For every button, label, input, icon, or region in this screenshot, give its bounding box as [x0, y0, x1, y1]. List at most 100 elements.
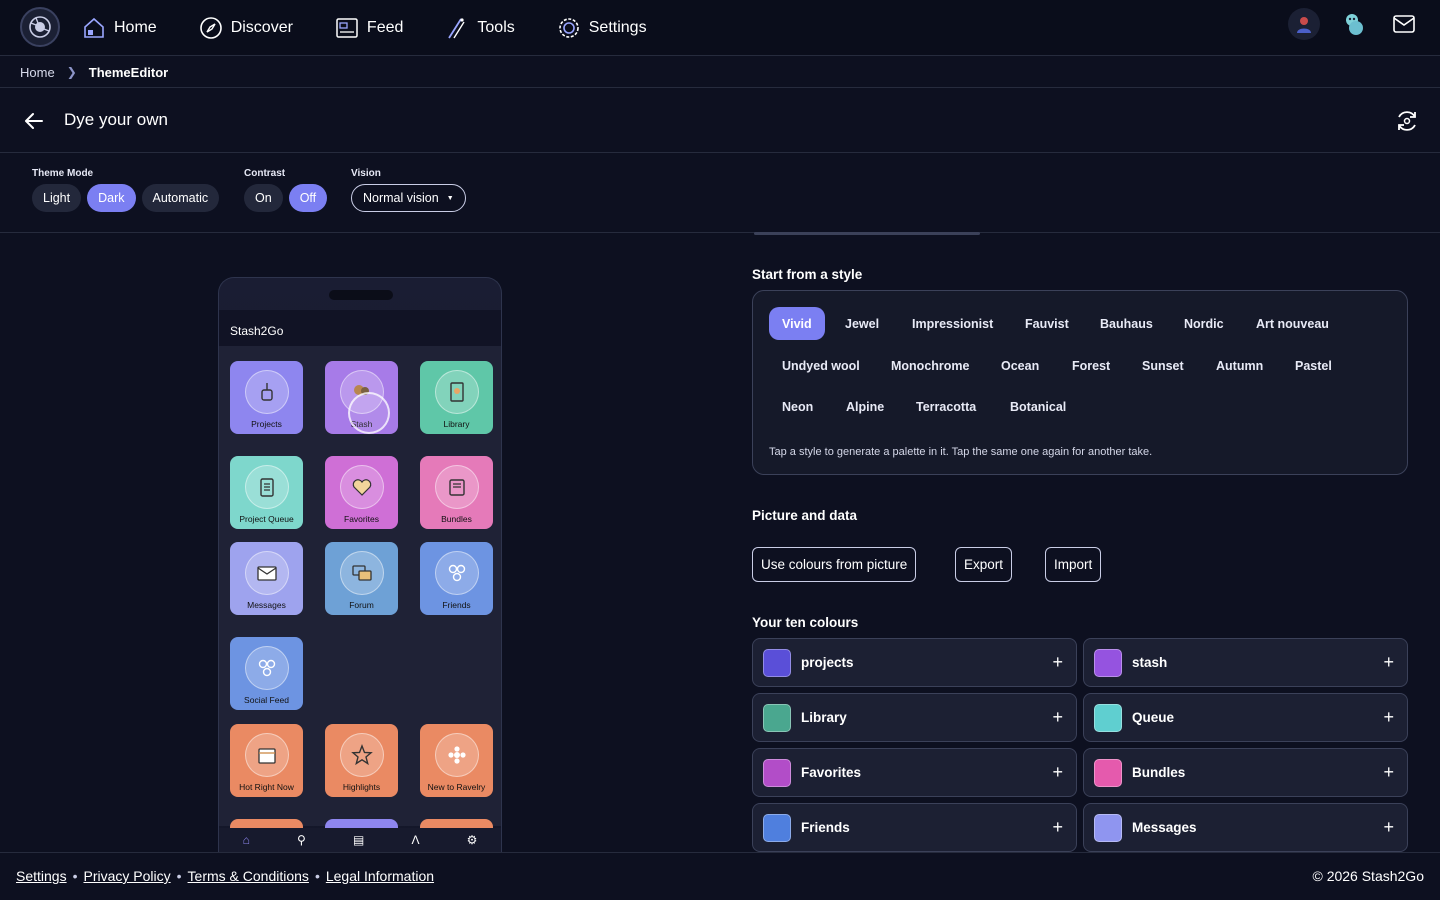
- colour-row-bundles[interactable]: Bundles +: [1083, 748, 1408, 797]
- tools-icon[interactable]: Λ: [411, 833, 419, 847]
- style-botanical[interactable]: Botanical: [997, 390, 1079, 423]
- tile-bundles[interactable]: Bundles: [420, 456, 493, 529]
- back-button[interactable]: [22, 109, 46, 133]
- footer-link-privacy[interactable]: Privacy Policy: [84, 868, 171, 884]
- style-impressionist[interactable]: Impressionist: [899, 307, 1006, 340]
- colour-row-library[interactable]: Library +: [752, 693, 1077, 742]
- colour-row-friends[interactable]: Friends +: [752, 803, 1077, 852]
- colour-row-queue[interactable]: Queue +: [1083, 693, 1408, 742]
- project-icon: [260, 383, 273, 401]
- colour-swatch[interactable]: [1094, 759, 1122, 787]
- bundle-icon: [448, 479, 465, 496]
- chevron-right-icon: ❯: [66, 65, 77, 79]
- style-alpine[interactable]: Alpine: [833, 390, 897, 423]
- style-bauhaus[interactable]: Bauhaus: [1087, 307, 1166, 340]
- tile-label: Favorites: [344, 514, 379, 524]
- style-sunset[interactable]: Sunset: [1129, 349, 1197, 382]
- theme-mode-dark[interactable]: Dark: [87, 184, 136, 212]
- refresh-button[interactable]: [1394, 108, 1420, 134]
- style-art-nouveau[interactable]: Art nouveau: [1243, 307, 1342, 340]
- colour-swatch[interactable]: [1094, 649, 1122, 677]
- colour-swatch[interactable]: [763, 814, 791, 842]
- separator-dot: •: [314, 868, 320, 884]
- theme-mode-light[interactable]: Light: [32, 184, 82, 212]
- nav-settings[interactable]: Settings: [557, 16, 647, 40]
- app-logo[interactable]: [20, 7, 60, 47]
- import-button[interactable]: Import: [1045, 547, 1102, 582]
- colours-title: Your ten colours: [752, 615, 859, 630]
- theme-mode-automatic[interactable]: Automatic: [141, 184, 220, 212]
- style-ocean[interactable]: Ocean: [988, 349, 1052, 382]
- colour-row-messages[interactable]: Messages +: [1083, 803, 1408, 852]
- tile-messages[interactable]: Messages: [230, 542, 303, 615]
- colour-swatch[interactable]: [763, 649, 791, 677]
- plus-icon[interactable]: +: [1052, 817, 1063, 837]
- plus-icon[interactable]: +: [1383, 707, 1394, 727]
- breadcrumb-current: ThemeEditor: [88, 64, 169, 80]
- tile-label: Library: [443, 419, 470, 429]
- home-icon[interactable]: ⌂: [243, 833, 250, 847]
- contrast-group: Contrast On Off: [244, 168, 328, 212]
- style-hint: Tap a style to generate a palette in it.…: [769, 446, 1153, 458]
- colour-swatch[interactable]: [763, 759, 791, 787]
- footer-link-legal[interactable]: Legal Information: [326, 868, 434, 884]
- plus-icon[interactable]: +: [1383, 652, 1394, 672]
- use-colours-from-picture-button[interactable]: Use colours from picture: [752, 547, 917, 582]
- breadcrumb-home[interactable]: Home: [20, 65, 55, 80]
- tile-project-queue[interactable]: Project Queue: [230, 456, 303, 529]
- nav-tools[interactable]: Tools: [445, 16, 515, 40]
- search-icon[interactable]: ⚲: [297, 833, 306, 847]
- arrow-left-icon: [25, 113, 43, 129]
- nav-feed[interactable]: Feed: [335, 16, 403, 40]
- contrast-off[interactable]: Off: [288, 184, 328, 212]
- plus-icon[interactable]: +: [1052, 707, 1063, 727]
- style-neon[interactable]: Neon: [769, 390, 826, 423]
- style-autumn[interactable]: Autumn: [1203, 349, 1276, 382]
- tile-projects[interactable]: Projects: [230, 361, 303, 434]
- plus-icon[interactable]: +: [1052, 652, 1063, 672]
- colour-row-favorites[interactable]: Favorites +: [752, 748, 1077, 797]
- picture-title: Picture and data: [752, 508, 858, 523]
- gear-icon[interactable]: ⚙: [467, 833, 478, 847]
- style-fauvist[interactable]: Fauvist: [1012, 307, 1082, 340]
- style-forest[interactable]: Forest: [1059, 349, 1123, 382]
- gear-icon: [558, 18, 579, 38]
- style-jewel[interactable]: Jewel: [832, 307, 892, 340]
- style-monochrome[interactable]: Monochrome: [878, 349, 982, 382]
- style-nordic[interactable]: Nordic: [1171, 307, 1237, 340]
- tile-social-feed[interactable]: Social Feed: [230, 637, 303, 710]
- tile-hot-right-now[interactable]: Hot Right Now: [230, 724, 303, 797]
- tile-favorites[interactable]: Favorites: [325, 456, 398, 529]
- tile-new-to-ravelry[interactable]: New to Ravelry: [420, 724, 493, 797]
- colour-swatch[interactable]: [763, 704, 791, 732]
- scroll-edge: [754, 232, 980, 235]
- style-terracotta[interactable]: Terracotta: [903, 390, 989, 423]
- plus-icon[interactable]: +: [1052, 762, 1063, 782]
- styles-title: Start from a style: [752, 267, 863, 282]
- footer-link-terms[interactable]: Terms & Conditions: [188, 868, 309, 884]
- nav-home[interactable]: Home: [82, 16, 157, 40]
- plus-icon[interactable]: +: [1383, 817, 1394, 837]
- colour-row-stash[interactable]: stash +: [1083, 638, 1408, 687]
- plus-icon[interactable]: +: [1383, 762, 1394, 782]
- export-button[interactable]: Export: [955, 547, 1013, 582]
- contrast-on[interactable]: On: [244, 184, 283, 212]
- feed-icon[interactable]: ▤: [353, 833, 364, 847]
- footer-link-settings[interactable]: Settings: [16, 868, 67, 884]
- vision-select[interactable]: Normal vision ▼: [351, 184, 466, 212]
- colour-swatch[interactable]: [1094, 814, 1122, 842]
- style-undyed-wool[interactable]: Undyed wool: [769, 349, 873, 382]
- nav-discover[interactable]: Discover: [199, 16, 293, 40]
- mail-button[interactable]: [1388, 8, 1420, 40]
- style-pastel[interactable]: Pastel: [1282, 349, 1345, 382]
- tile-highlights[interactable]: Highlights: [325, 724, 398, 797]
- tools-icon: [448, 18, 465, 39]
- colour-swatch[interactable]: [1094, 704, 1122, 732]
- profile-avatar[interactable]: [1288, 8, 1320, 40]
- mascot-button[interactable]: [1338, 8, 1370, 40]
- tile-friends[interactable]: Friends: [420, 542, 493, 615]
- colour-row-projects[interactable]: projects +: [752, 638, 1077, 687]
- tile-library[interactable]: Library: [420, 361, 493, 434]
- style-vivid[interactable]: Vivid: [769, 307, 825, 340]
- tile-forum[interactable]: Forum: [325, 542, 398, 615]
